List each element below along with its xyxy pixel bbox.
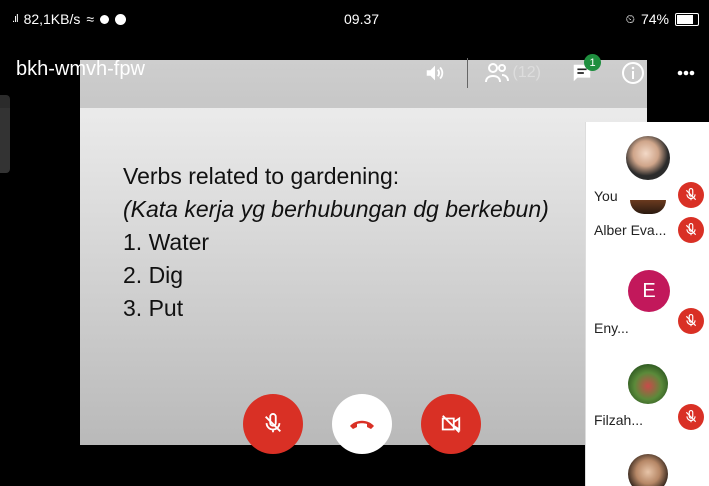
hangup-button[interactable] xyxy=(332,394,392,454)
wifi-icon: ≈ xyxy=(86,11,95,27)
chat-button[interactable]: 1 xyxy=(571,54,601,84)
slide-item: 1. Water xyxy=(123,229,210,255)
message-icon xyxy=(115,13,127,25)
mic-off-indicator xyxy=(678,217,704,243)
mic-off-indicator xyxy=(678,308,704,334)
header-divider xyxy=(466,58,468,88)
participant-tile[interactable]: You xyxy=(586,122,709,209)
info-button[interactable] xyxy=(621,61,645,85)
mic-off-indicator xyxy=(678,182,704,208)
camera-off-icon xyxy=(441,415,461,433)
info-icon xyxy=(622,62,644,84)
avatar xyxy=(628,364,668,404)
slide-content: Verbs related to gardening: (Kata kerja … xyxy=(123,160,549,325)
header-actions: (12) 1 xyxy=(417,54,709,90)
signal-icon: .ıl xyxy=(12,13,18,25)
avatar xyxy=(630,200,666,214)
avatar xyxy=(628,454,668,486)
participants-panel[interactable]: You Alber Eva... E Eny... Filzah... xyxy=(585,122,709,486)
slide-heading: Verbs related to gardening: xyxy=(123,163,400,189)
more-button[interactable] xyxy=(677,70,695,76)
avatar: E xyxy=(628,270,670,312)
mic-off-indicator xyxy=(678,404,704,430)
people-icon xyxy=(484,63,509,83)
participant-name: Alber Eva... xyxy=(594,222,667,238)
presentation-slide: Verbs related to gardening: (Kata kerja … xyxy=(80,60,647,445)
speaker-button[interactable] xyxy=(417,62,453,84)
participant-tile[interactable]: E Eny... xyxy=(586,252,709,353)
location-icon xyxy=(100,14,110,24)
slide-subheading: (Kata kerja yg berhubungan dg berkebun) xyxy=(123,196,549,222)
chat-badge: 1 xyxy=(584,54,601,71)
participants-button[interactable]: (12) xyxy=(484,62,541,84)
participant-tile[interactable]: Filzah... xyxy=(586,352,709,441)
battery-level: 74% xyxy=(640,11,669,27)
clock: 09.37 xyxy=(344,11,380,27)
participant-name: Filzah... xyxy=(594,412,644,428)
mic-off-icon xyxy=(685,410,697,423)
participant-tile[interactable]: Alber Eva... xyxy=(586,200,709,253)
alarm-icon: ⏲ xyxy=(625,11,635,26)
mic-off-icon xyxy=(685,223,697,236)
participants-count: (12) xyxy=(512,64,541,81)
status-bar: .ıl 82,1KB/s ≈ 09.37 ⏲ 74% xyxy=(0,0,709,38)
avatar xyxy=(626,136,670,180)
participant-name: Eny... xyxy=(594,320,629,336)
mic-off-icon xyxy=(265,413,281,433)
more-icon xyxy=(677,70,695,76)
slide-item: 3. Put xyxy=(123,295,184,321)
participant-tile[interactable] xyxy=(586,440,709,486)
mute-button[interactable] xyxy=(243,394,303,454)
network-speed: 82,1KB/s xyxy=(23,11,81,27)
participant-name: You xyxy=(594,188,618,204)
slide-item: 2. Dig xyxy=(123,262,184,288)
meeting-header: bkh-wmvh-fpw (12) 1 xyxy=(0,38,709,108)
hangup-icon xyxy=(350,420,374,429)
meeting-code: bkh-wmvh-fpw xyxy=(16,58,145,80)
speaker-icon xyxy=(426,65,443,81)
status-left: .ıl 82,1KB/s ≈ xyxy=(12,11,127,27)
avatar-initial: E xyxy=(642,279,656,302)
status-right: ⏲ 74% xyxy=(626,11,699,27)
battery-icon xyxy=(675,12,699,26)
mic-off-icon xyxy=(685,314,697,327)
camera-button[interactable] xyxy=(421,394,481,454)
mic-off-icon xyxy=(685,188,697,201)
